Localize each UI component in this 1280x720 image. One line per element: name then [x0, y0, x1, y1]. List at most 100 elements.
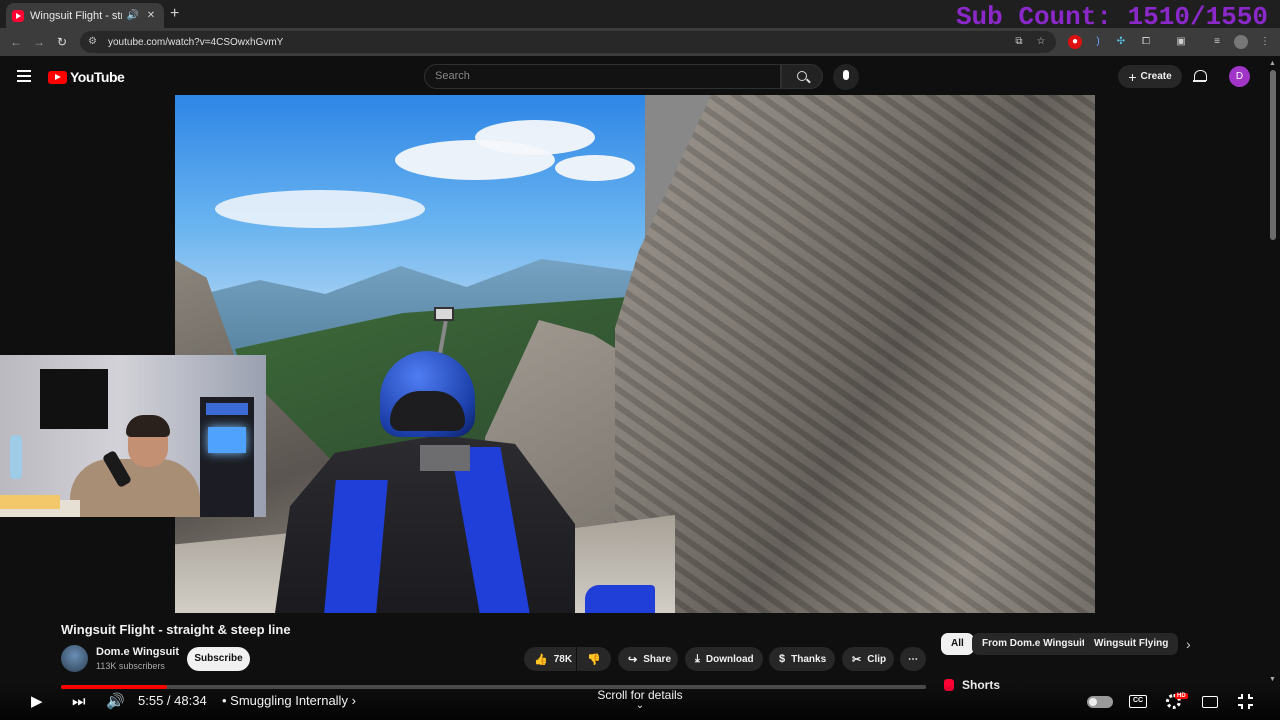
share-icon: ↪: [628, 653, 638, 666]
progress-fill: [61, 685, 167, 689]
create-button[interactable]: + Create: [1118, 65, 1182, 88]
webcam-bottle: [10, 435, 22, 479]
scroll-for-details[interactable]: Scroll for details ⌄: [560, 688, 720, 711]
audio-playing-icon[interactable]: 🔊: [126, 10, 140, 21]
download-icon: ⤓: [695, 652, 700, 665]
back-icon[interactable]: ←: [8, 34, 24, 50]
subtitles-cc-icon[interactable]: CC: [1129, 695, 1147, 708]
youtube-favicon-icon: [12, 9, 24, 22]
webcam-keyboard: [0, 495, 60, 509]
dislike-button[interactable]: 👎: [577, 647, 611, 671]
url-text: youtube.com/watch?v=4CSOwxhGvmY: [108, 36, 284, 48]
like-button[interactable]: 👍 78K: [524, 647, 576, 671]
time-display: 5:55 / 48:34: [138, 693, 207, 708]
right-cliff-face: [615, 95, 1095, 613]
scroll-up-icon[interactable]: ▲: [1269, 60, 1276, 67]
chip-wingsuit-flying[interactable]: Wingsuit Flying: [1084, 633, 1179, 655]
pilot-arm: [585, 585, 655, 613]
video-title: Wingsuit Flight - straight & steep line: [61, 622, 291, 637]
profile-icon[interactable]: [1234, 35, 1248, 49]
reading-list-icon[interactable]: ≡: [1210, 35, 1224, 49]
extension-translate-icon[interactable]: ✣: [1114, 35, 1128, 49]
search-icon: [797, 71, 807, 81]
channel-avatar[interactable]: [61, 645, 88, 672]
browser-tab-bar: Wingsuit Flight - straight & 🔊 ✕ + Sub C…: [0, 0, 1280, 32]
clip-label: Clip: [867, 653, 887, 665]
scissors-icon: ✂: [852, 653, 862, 666]
cast-icon[interactable]: [1202, 696, 1218, 708]
volume-icon[interactable]: 🔊: [106, 692, 125, 712]
cloud: [555, 155, 635, 181]
suit-collar: [420, 445, 470, 471]
site-info-icon[interactable]: ⚙: [88, 36, 100, 48]
cloud: [395, 140, 555, 180]
browser-menu-icon[interactable]: ⋮: [1258, 35, 1272, 49]
tab-title: Wingsuit Flight - straight &: [30, 9, 122, 22]
channel-name[interactable]: Dom.e Wingsuit: [96, 646, 179, 658]
thumbs-up-icon: 👍: [534, 653, 548, 666]
arcade-marquee: [206, 403, 248, 415]
browser-toolbar: ← → ↻ ⚙ youtube.com/watch?v=4CSOwxhGvmY …: [0, 28, 1280, 56]
webcam-overlay: [0, 355, 266, 517]
webcam-person-body: [70, 459, 200, 517]
chapter-title[interactable]: • Smuggling Internally ›: [222, 693, 356, 708]
subscribe-button[interactable]: Subscribe: [187, 647, 250, 671]
chip-all[interactable]: All: [941, 633, 974, 655]
youtube-play-logo-icon: [48, 70, 67, 84]
hd-badge: HD: [1175, 693, 1188, 699]
arcade-screen: [208, 427, 246, 453]
create-label: Create: [1140, 71, 1172, 82]
search-button[interactable]: [781, 64, 823, 89]
chip-from-channel[interactable]: From Dom.e Wingsuit: [972, 633, 1096, 655]
menu-icon[interactable]: [17, 70, 31, 82]
forward-icon[interactable]: →: [31, 34, 47, 50]
progress-bar[interactable]: [61, 685, 926, 689]
blue-helmet: [380, 351, 475, 437]
tab-search-icon[interactable]: ▣: [1174, 35, 1188, 49]
chips-next-chevron-icon[interactable]: ›: [1186, 636, 1191, 652]
extensions-puzzle-icon[interactable]: ⧠: [1139, 35, 1153, 49]
reload-icon[interactable]: ↻: [54, 34, 70, 50]
install-app-icon[interactable]: ⧉: [1012, 35, 1026, 49]
play-icon[interactable]: ▶: [31, 692, 43, 712]
youtube-masthead: YouTube Search + Create D: [0, 56, 1280, 96]
exit-fullscreen-icon[interactable]: [1238, 694, 1253, 709]
clip-button[interactable]: ✂ Clip: [842, 647, 894, 671]
download-label: Download: [705, 653, 754, 665]
download-button[interactable]: ⤓ Download: [685, 647, 763, 671]
voice-search-icon[interactable]: [833, 64, 859, 90]
webcam-tv: [40, 369, 108, 429]
share-button[interactable]: ↪ Share: [618, 647, 678, 671]
scroll-down-icon[interactable]: ▼: [1269, 676, 1276, 683]
bookmark-star-icon[interactable]: ☆: [1034, 35, 1048, 49]
extension-record-icon[interactable]: ●: [1068, 35, 1082, 49]
like-count: 78K: [553, 653, 573, 665]
thumbs-down-icon: 👎: [587, 653, 601, 666]
next-video-icon[interactable]: ⏭: [72, 692, 86, 712]
thanks-icon: $: [779, 653, 786, 665]
video-player[interactable]: [175, 95, 1095, 613]
cloud: [215, 190, 425, 228]
plus-icon: +: [1128, 68, 1137, 85]
address-bar[interactable]: ⚙ youtube.com/watch?v=4CSOwxhGvmY: [80, 31, 1056, 53]
subscriber-count: 113K subscribers: [96, 661, 165, 671]
notifications-bell-icon[interactable]: [1193, 69, 1207, 83]
youtube-wordmark: YouTube: [70, 69, 125, 85]
page-scrollbar[interactable]: [1270, 70, 1276, 240]
webcam-arcade-cabinet: [200, 397, 254, 517]
more-actions-button[interactable]: ⋯: [900, 647, 926, 671]
webcam-person-hair: [126, 415, 170, 437]
extension-audio-icon[interactable]: ): [1091, 35, 1105, 49]
browser-tab-youtube[interactable]: Wingsuit Flight - straight & 🔊 ✕: [6, 3, 164, 28]
chevron-down-icon: ⌄: [635, 700, 645, 711]
action-camera: [434, 307, 454, 321]
new-tab-button[interactable]: +: [170, 5, 179, 23]
tab-close-icon[interactable]: ✕: [144, 10, 158, 21]
account-avatar[interactable]: D: [1229, 66, 1250, 87]
search-input[interactable]: Search: [424, 64, 781, 89]
thanks-button[interactable]: $ Thanks: [769, 647, 835, 671]
share-label: Share: [643, 653, 672, 665]
youtube-logo[interactable]: YouTube: [48, 69, 125, 85]
thanks-label: Thanks: [791, 653, 827, 665]
autoplay-toggle[interactable]: [1087, 696, 1113, 708]
